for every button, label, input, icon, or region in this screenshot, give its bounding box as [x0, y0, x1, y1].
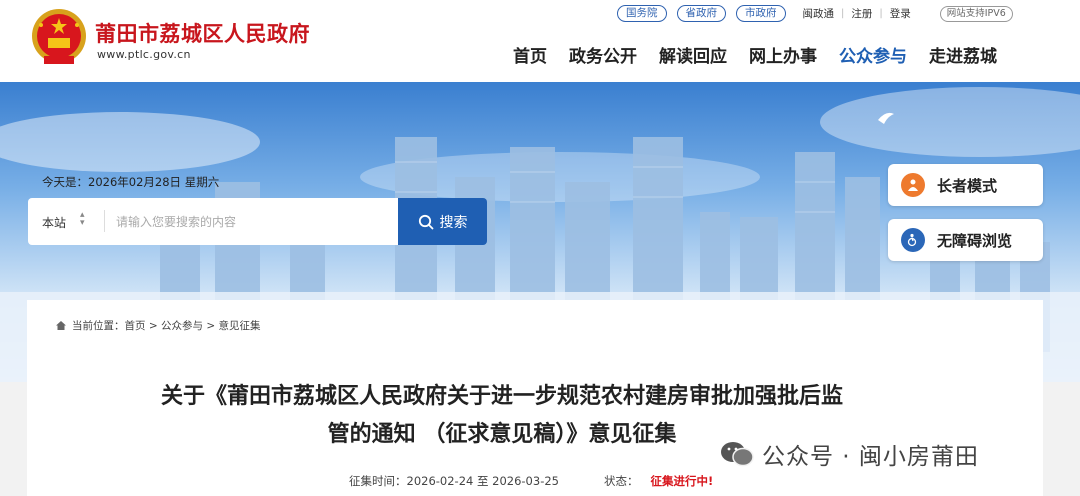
- top-links-bar: 国务院 省政府 市政府 闽政通 | 注册 | 登录 网站支持IPV6: [617, 5, 1013, 22]
- main-nav: 首页 政务公开 解读回应 网上办事 公众参与 走进荔城: [513, 42, 1019, 67]
- ipv6-badge: 网站支持IPV6: [939, 5, 1013, 22]
- site-url: www.ptlc.gov.cn: [97, 48, 191, 61]
- link-state-council[interactable]: 国务院: [617, 5, 667, 22]
- nav-gov-affairs[interactable]: 政务公开: [569, 42, 637, 67]
- elder-mode-button[interactable]: 长者模式: [888, 164, 1043, 206]
- divider: [104, 210, 105, 232]
- breadcrumb-separator: >: [145, 319, 161, 332]
- breadcrumb-separator: >: [202, 319, 219, 332]
- nav-interpretation[interactable]: 解读回应: [659, 42, 727, 67]
- accessibility-label: 无障碍浏览: [937, 231, 1013, 250]
- search-input[interactable]: [116, 212, 386, 232]
- breadcrumb-home[interactable]: 首页: [125, 318, 146, 333]
- article-meta: 征集时间： 2026-02-24 至 2026-03-25 状态： 征集进行中!: [349, 473, 713, 489]
- register-link[interactable]: 注册: [844, 6, 879, 21]
- article-title-line-1: 关于《莆田市荔城区人民政府关于进一步规范农村建房审批加强批后监: [160, 384, 843, 409]
- search-button-label: 搜索: [439, 214, 468, 231]
- site-title[interactable]: 莆田市荔城区人民政府: [95, 18, 310, 48]
- nav-public-participation[interactable]: 公众参与: [839, 42, 907, 67]
- breadcrumb-opinion-collection[interactable]: 意见征集: [218, 318, 260, 333]
- national-emblem-icon: [32, 9, 86, 64]
- current-date: 今天是：2026年02月28日 星期六: [42, 175, 220, 189]
- search-box: 本站 ▴ ▾: [28, 198, 398, 245]
- updown-arrows-icon[interactable]: ▴ ▾: [80, 211, 85, 228]
- breadcrumb-public-participation[interactable]: 公众参与: [161, 318, 203, 333]
- accessibility-button[interactable]: 无障碍浏览: [888, 219, 1043, 261]
- status-badge: 征集进行中!: [650, 474, 714, 488]
- nav-about-licheng[interactable]: 走进荔城: [929, 42, 997, 67]
- wheelchair-icon: [901, 228, 925, 252]
- link-city-gov[interactable]: 市政府: [736, 5, 786, 22]
- search-icon: [418, 214, 433, 229]
- wechat-icon: [721, 442, 754, 467]
- status-label: 状态：: [603, 474, 639, 488]
- search-scope-select[interactable]: 本站: [42, 214, 66, 231]
- nav-home[interactable]: 首页: [513, 42, 547, 67]
- login-link[interactable]: 登录: [883, 6, 918, 21]
- elder-icon: [901, 173, 925, 197]
- watermark-text: 公众号 · 闽小房莆田: [762, 444, 979, 470]
- elder-mode-label: 长者模式: [937, 176, 998, 195]
- site-header: 莆田市荔城区人民政府 www.ptlc.gov.cn 国务院 省政府 市政府 闽…: [0, 0, 1080, 82]
- link-province-gov[interactable]: 省政府: [676, 5, 726, 22]
- period-label: 征集时间：: [349, 474, 407, 488]
- breadcrumb-prefix: 当前位置：: [72, 320, 125, 332]
- period-value: 2026-02-24 至 2026-03-25: [406, 474, 559, 488]
- home-icon: [56, 321, 66, 330]
- search-button[interactable]: 搜索: [398, 198, 487, 245]
- wechat-watermark: 公众号 · 闽小房莆田: [720, 437, 979, 471]
- breadcrumb: 当前位置： 首页 > 公众参与 > 意见征集: [55, 318, 260, 333]
- link-minzhengtong[interactable]: 闽政通: [796, 6, 842, 21]
- nav-online-service[interactable]: 网上办事: [749, 42, 817, 67]
